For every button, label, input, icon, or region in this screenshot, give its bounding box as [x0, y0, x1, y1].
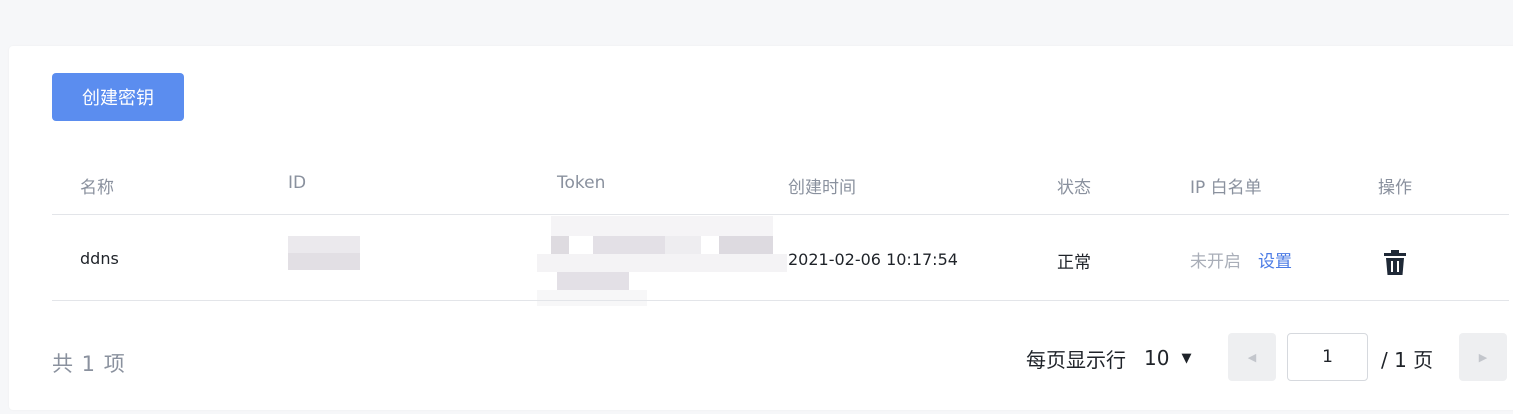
- total-count: 共 1 项: [52, 352, 126, 376]
- prev-page-button[interactable]: ◀: [1228, 333, 1276, 381]
- rows-per-page-select[interactable]: 10 ▼: [1144, 342, 1191, 374]
- caret-down-icon: ▼: [1181, 350, 1192, 366]
- redacted-token: [537, 216, 793, 308]
- ip-whitelist-settings-link[interactable]: 设置: [1258, 247, 1292, 272]
- trash-icon[interactable]: [1384, 250, 1406, 275]
- create-key-button[interactable]: 创建密钥: [52, 73, 184, 121]
- column-header-actions: 操作: [1378, 178, 1412, 198]
- column-header-id: ID: [288, 173, 307, 193]
- row-divider: [52, 300, 1509, 301]
- chevron-right-icon: ▶: [1478, 350, 1488, 364]
- header-divider: [52, 214, 1509, 215]
- created-time: 2021-02-06 10:17:54: [788, 250, 958, 269]
- ip-whitelist-status: 未开启: [1190, 252, 1241, 272]
- chevron-left-icon: ◀: [1247, 350, 1257, 364]
- column-header-created: 创建时间: [788, 178, 856, 198]
- page-number-input[interactable]: [1287, 333, 1368, 381]
- rows-per-page-value: 10: [1144, 346, 1170, 370]
- key-name: ddns: [80, 249, 119, 268]
- column-header-name: 名称: [80, 178, 114, 198]
- column-header-ip-whitelist: IP 白名单: [1190, 178, 1262, 198]
- total-pages: / 1 页: [1381, 348, 1434, 372]
- column-header-token: Token: [557, 173, 606, 193]
- rows-per-page-label: 每页显示行: [1026, 348, 1126, 372]
- redacted-id: [288, 236, 362, 274]
- column-header-status: 状态: [1057, 178, 1091, 198]
- status-text: 正常: [1057, 253, 1091, 273]
- api-keys-card: 创建密钥 名称 ID Token 创建时间 状态 IP 白名单 操作 ddns …: [9, 46, 1513, 410]
- next-page-button[interactable]: ▶: [1459, 333, 1507, 381]
